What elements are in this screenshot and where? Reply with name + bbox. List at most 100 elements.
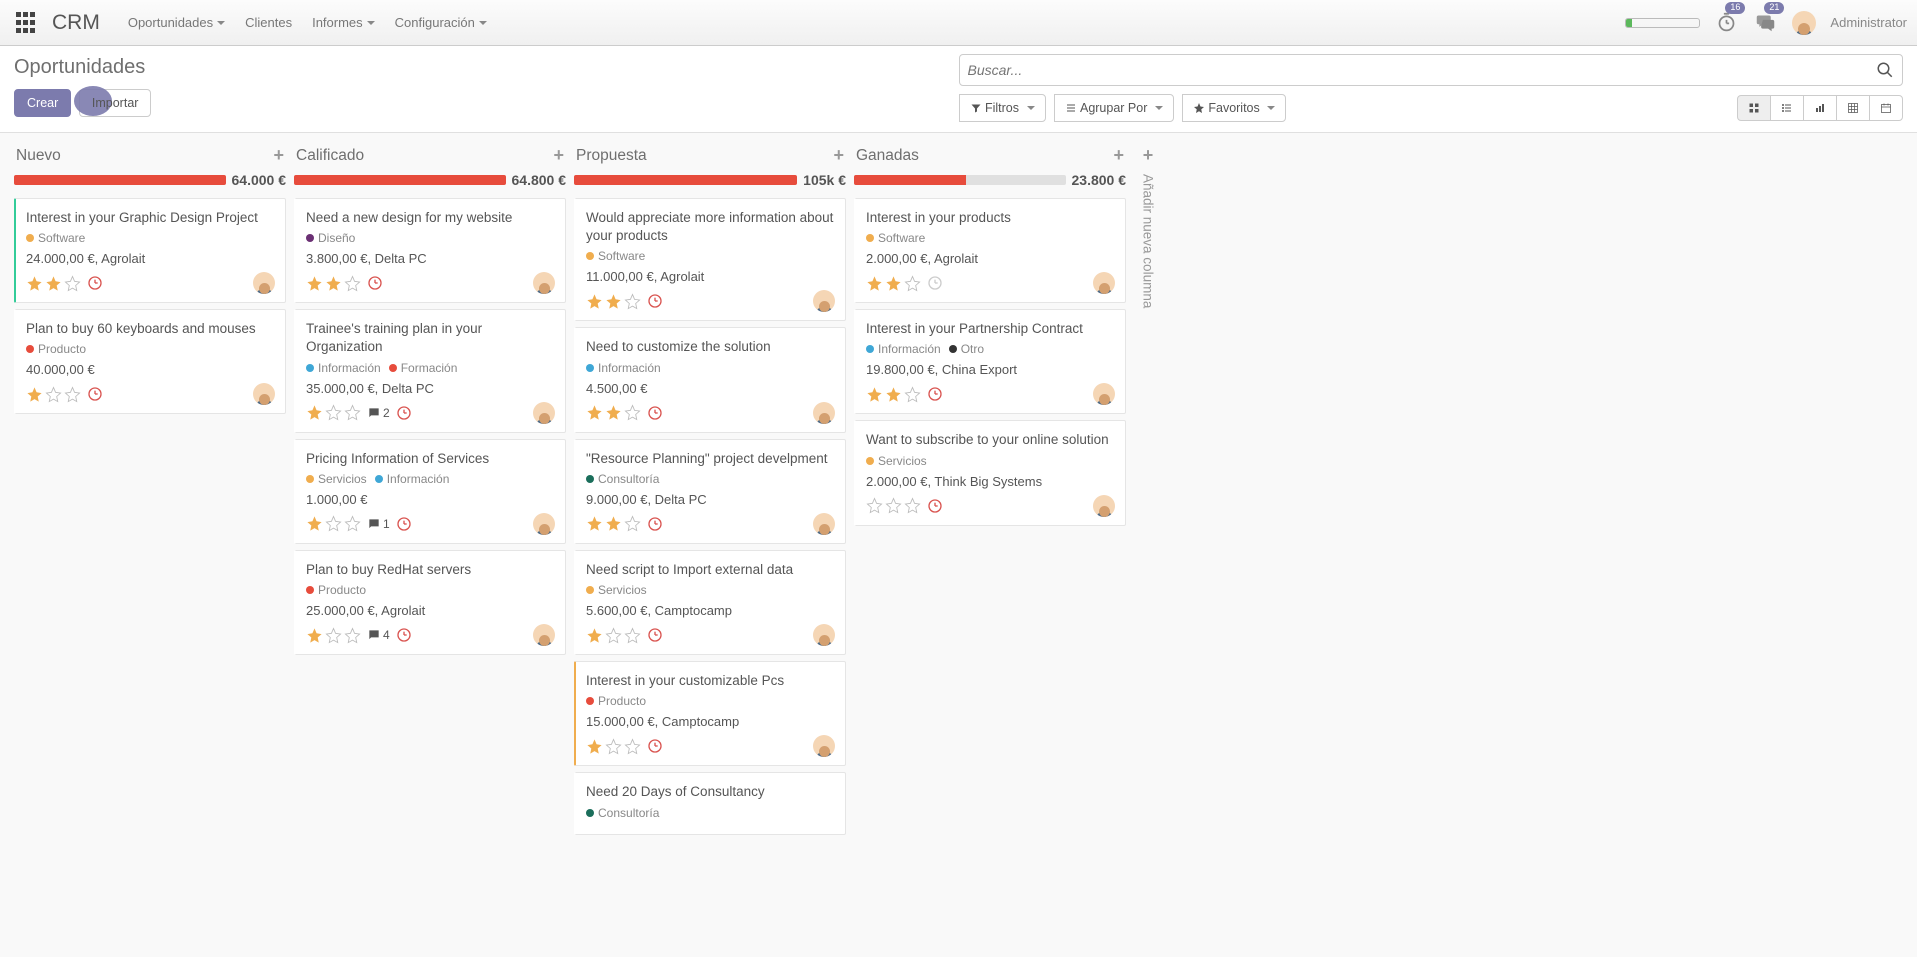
salesperson-avatar[interactable] xyxy=(253,272,275,294)
favorites-button[interactable]: Favoritos xyxy=(1182,94,1286,122)
nav-menu-clientes[interactable]: Clientes xyxy=(235,9,302,36)
view-graph[interactable] xyxy=(1803,95,1837,121)
activity-clock-icon[interactable] xyxy=(647,293,663,309)
groupby-button[interactable]: Agrupar Por xyxy=(1054,94,1174,122)
user-avatar[interactable] xyxy=(1792,11,1816,35)
column-quick-create[interactable]: + xyxy=(1113,145,1124,166)
salesperson-avatar[interactable] xyxy=(253,383,275,405)
kanban-card[interactable]: Want to subscribe to your online solutio… xyxy=(854,420,1126,525)
priority-stars[interactable] xyxy=(586,404,641,421)
kanban-card[interactable]: Need a new design for my websiteDiseño3.… xyxy=(294,198,566,303)
salesperson-avatar[interactable] xyxy=(533,624,555,646)
salesperson-avatar[interactable] xyxy=(813,624,835,646)
priority-stars[interactable] xyxy=(586,627,641,644)
activity-clock-icon[interactable] xyxy=(647,405,663,421)
activity-clock-icon[interactable] xyxy=(396,516,412,532)
discuss-badge: 21 xyxy=(1764,2,1784,14)
activity-clock-icon[interactable] xyxy=(927,275,943,291)
activities-icon[interactable]: 16 xyxy=(1714,10,1739,35)
activity-clock-icon[interactable] xyxy=(647,627,663,643)
salesperson-avatar[interactable] xyxy=(533,272,555,294)
activity-clock-icon[interactable] xyxy=(396,405,412,421)
priority-stars[interactable] xyxy=(26,275,81,292)
add-column[interactable]: +Añadir nueva columna xyxy=(1134,141,1162,942)
kanban-card[interactable]: Need to customize the solutionInformació… xyxy=(574,327,846,432)
priority-stars[interactable] xyxy=(586,515,641,532)
search-input[interactable] xyxy=(968,62,1877,78)
kanban-card[interactable]: Interest in your Graphic Design ProjectS… xyxy=(14,198,286,303)
salesperson-avatar[interactable] xyxy=(813,402,835,424)
priority-stars[interactable] xyxy=(866,497,921,514)
column-quick-create[interactable]: + xyxy=(833,145,844,166)
column-progress-bar[interactable] xyxy=(574,175,797,185)
filters-button[interactable]: Filtros xyxy=(959,94,1046,122)
activity-clock-icon[interactable] xyxy=(647,516,663,532)
search-box[interactable] xyxy=(959,54,1904,86)
priority-stars[interactable] xyxy=(26,386,81,403)
import-button[interactable]: Importar xyxy=(79,89,152,117)
kanban-card[interactable]: "Resource Planning" project develpmentCo… xyxy=(574,439,846,544)
column-progress-bar[interactable] xyxy=(294,175,506,185)
tag: Servicios xyxy=(306,472,367,486)
kanban-card[interactable]: Would appreciate more information about … xyxy=(574,198,846,321)
priority-stars[interactable] xyxy=(866,275,921,292)
brand[interactable]: CRM xyxy=(52,11,100,35)
view-calendar[interactable] xyxy=(1869,95,1903,121)
messages-indicator[interactable]: 2 xyxy=(367,406,390,420)
salesperson-avatar[interactable] xyxy=(813,290,835,312)
salesperson-avatar[interactable] xyxy=(533,402,555,424)
salesperson-avatar[interactable] xyxy=(1093,272,1115,294)
activity-clock-icon[interactable] xyxy=(927,498,943,514)
priority-stars[interactable] xyxy=(586,738,641,755)
column-quick-create[interactable]: + xyxy=(273,145,284,166)
salesperson-avatar[interactable] xyxy=(1093,383,1115,405)
salesperson-avatar[interactable] xyxy=(533,513,555,535)
tag: Consultoría xyxy=(586,472,659,486)
kanban-card[interactable]: Interest in your Partnership ContractInf… xyxy=(854,309,1126,414)
priority-stars[interactable] xyxy=(306,627,361,644)
priority-stars[interactable] xyxy=(306,515,361,532)
card-title: Interest in your Partnership Contract xyxy=(866,320,1115,338)
nav-menu-configuración[interactable]: Configuración xyxy=(385,9,497,36)
priority-stars[interactable] xyxy=(586,293,641,310)
kanban-card[interactable]: Need script to Import external dataServi… xyxy=(574,550,846,655)
nav-menu-informes[interactable]: Informes xyxy=(302,9,385,36)
trial-gauge[interactable] xyxy=(1625,18,1700,28)
kanban-card[interactable]: Plan to buy RedHat serversProducto25.000… xyxy=(294,550,566,655)
priority-stars[interactable] xyxy=(306,404,361,421)
activity-clock-icon[interactable] xyxy=(927,386,943,402)
activity-clock-icon[interactable] xyxy=(87,386,103,402)
kanban-column: Propuesta+105k €Would appreciate more in… xyxy=(574,141,846,942)
kanban-card[interactable]: Interest in your customizable PcsProduct… xyxy=(574,661,846,766)
column-quick-create[interactable]: + xyxy=(553,145,564,166)
kanban-card[interactable]: Plan to buy 60 keyboards and mousesProdu… xyxy=(14,309,286,414)
view-list[interactable] xyxy=(1770,95,1804,121)
kanban-card[interactable]: Need 20 Days of ConsultancyConsultoría xyxy=(574,772,846,834)
card-title: Want to subscribe to your online solutio… xyxy=(866,431,1115,449)
activity-clock-icon[interactable] xyxy=(396,627,412,643)
view-pivot[interactable] xyxy=(1836,95,1870,121)
salesperson-avatar[interactable] xyxy=(813,735,835,757)
salesperson-avatar[interactable] xyxy=(1093,495,1115,517)
apps-icon[interactable] xyxy=(16,12,38,34)
activity-clock-icon[interactable] xyxy=(87,275,103,291)
messages-indicator[interactable]: 1 xyxy=(367,517,390,531)
priority-stars[interactable] xyxy=(866,386,921,403)
activity-clock-icon[interactable] xyxy=(647,738,663,754)
activity-clock-icon[interactable] xyxy=(367,275,383,291)
kanban-card[interactable]: Trainee's training plan in your Organiza… xyxy=(294,309,566,432)
discuss-icon[interactable]: 21 xyxy=(1753,10,1778,35)
column-progress-bar[interactable] xyxy=(854,175,1066,185)
messages-indicator[interactable]: 4 xyxy=(367,628,390,642)
salesperson-avatar[interactable] xyxy=(813,513,835,535)
search-icon[interactable] xyxy=(1876,61,1894,79)
card-title: Need 20 Days of Consultancy xyxy=(586,783,835,801)
create-button[interactable]: Crear xyxy=(14,89,71,117)
kanban-card[interactable]: Interest in your productsSoftware2.000,0… xyxy=(854,198,1126,303)
column-progress-bar[interactable] xyxy=(14,175,226,185)
nav-menu-oportunidades[interactable]: Oportunidades xyxy=(118,9,235,36)
kanban-card[interactable]: Pricing Information of ServicesServicios… xyxy=(294,439,566,544)
view-kanban[interactable] xyxy=(1737,95,1771,121)
priority-stars[interactable] xyxy=(306,275,361,292)
user-name[interactable]: Administrator xyxy=(1830,15,1907,30)
